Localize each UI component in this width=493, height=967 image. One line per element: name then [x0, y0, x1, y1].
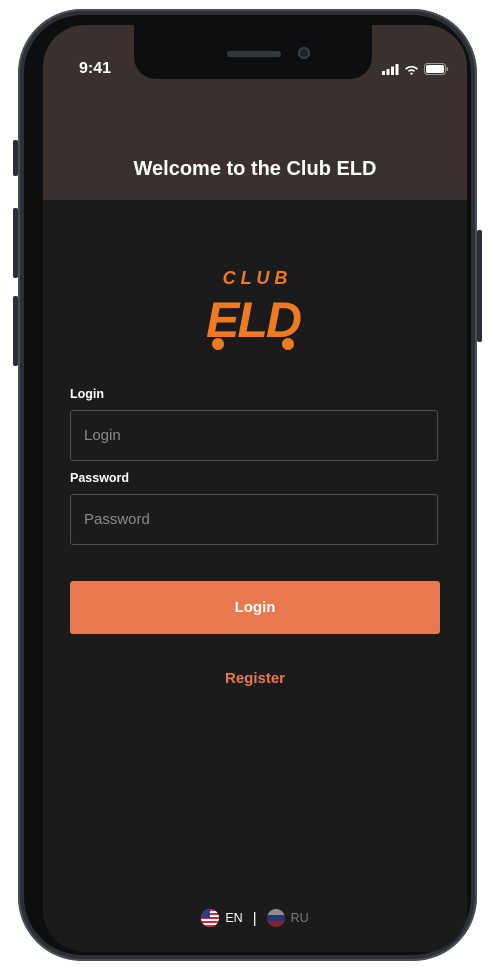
notch [134, 25, 372, 79]
phone-frame: 9:41 Welcome to the Club ELD C L U B ELD… [18, 9, 477, 961]
us-flag-icon [201, 909, 220, 927]
language-option-ru[interactable]: RU [266, 909, 309, 927]
logo-wheel-left [212, 338, 224, 350]
login-button[interactable]: Login [70, 581, 440, 634]
page-title: Welcome to the Club ELD [133, 158, 377, 180]
login-input[interactable] [70, 410, 438, 461]
register-link[interactable]: Register [43, 670, 467, 687]
language-label-en: EN [225, 911, 243, 925]
logo-top-text: C L U B [223, 268, 288, 288]
password-field-label: Password [70, 471, 130, 485]
language-option-en[interactable]: EN [201, 909, 243, 927]
password-input[interactable] [70, 494, 438, 545]
signal-icon [382, 63, 399, 75]
club-eld-logo-icon: C L U B ELD [206, 268, 303, 350]
speaker-grille [227, 51, 281, 57]
status-icons [382, 63, 449, 75]
app-screen: 9:41 Welcome to the Club ELD C L U B ELD… [43, 25, 467, 952]
language-separator: | [252, 909, 257, 927]
status-time: 9:41 [79, 60, 112, 77]
battery-icon [424, 63, 449, 75]
language-switcher: EN | RU [43, 909, 467, 927]
club-eld-logo: C L U B ELD [188, 268, 323, 361]
language-label-ru: RU [290, 911, 309, 925]
login-field-label: Login [70, 387, 105, 401]
power-button [477, 230, 482, 342]
wifi-icon [405, 65, 418, 75]
camera-icon [298, 47, 310, 59]
logo-wheel-right [282, 338, 294, 350]
ru-flag-icon [266, 909, 285, 927]
header-bar: 9:41 Welcome to the Club ELD [43, 25, 467, 200]
